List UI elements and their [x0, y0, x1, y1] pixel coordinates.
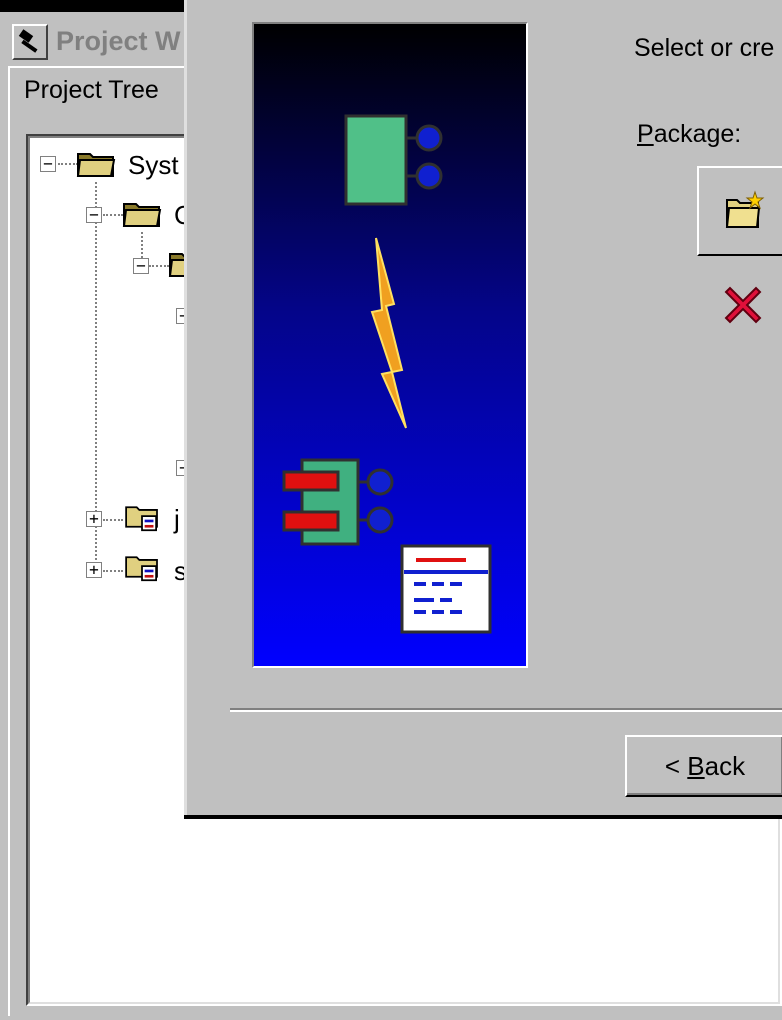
tree-line: [149, 265, 169, 267]
project-tree-label: Project Tree: [24, 76, 159, 104]
component-icon: [344, 114, 443, 206]
tree-item-label[interactable]: Syst: [128, 150, 179, 181]
folder-package-icon: [122, 552, 162, 587]
tree-line: [58, 163, 78, 165]
wizard-banner-graphic: [252, 22, 528, 668]
hammer-icon[interactable]: [12, 24, 48, 60]
new-folder-icon: [725, 190, 765, 228]
delete-x-icon[interactable]: [720, 282, 766, 328]
package-label-mnemonic: P: [637, 120, 654, 148]
back-button-prefix: <: [664, 750, 688, 781]
package-label: Package:: [637, 120, 741, 149]
package-label-text: ackage:: [653, 120, 742, 148]
tree-expander-collapse[interactable]: −: [133, 258, 149, 274]
back-button-mnemonic: B: [687, 750, 705, 781]
folder-open-icon: [122, 198, 162, 233]
tree-line: [103, 570, 123, 572]
tree-expander-collapse[interactable]: −: [86, 207, 102, 223]
tree-expander-expand[interactable]: +: [86, 511, 102, 527]
lightning-bolt-icon: [370, 237, 407, 429]
tree-expander-collapse[interactable]: −: [40, 156, 56, 172]
document-icon: [400, 544, 492, 634]
folder-package-icon: [122, 502, 162, 537]
folder-open-icon: [76, 148, 116, 183]
tree-expander-expand[interactable]: +: [86, 562, 102, 578]
wizard-prompt-text: Select or cre: [634, 34, 775, 62]
new-package-button[interactable]: [697, 166, 782, 256]
project-window-title: Project W: [56, 26, 181, 56]
tree-line: [103, 519, 123, 521]
back-button-label: ack: [704, 750, 746, 781]
component-icon: [282, 458, 394, 546]
tree-line: [103, 214, 123, 216]
tree-item-label[interactable]: j: [174, 504, 180, 535]
dialog-separator: [230, 708, 782, 712]
dialog-shadow: [184, 815, 782, 819]
back-button[interactable]: < Back: [625, 735, 782, 797]
